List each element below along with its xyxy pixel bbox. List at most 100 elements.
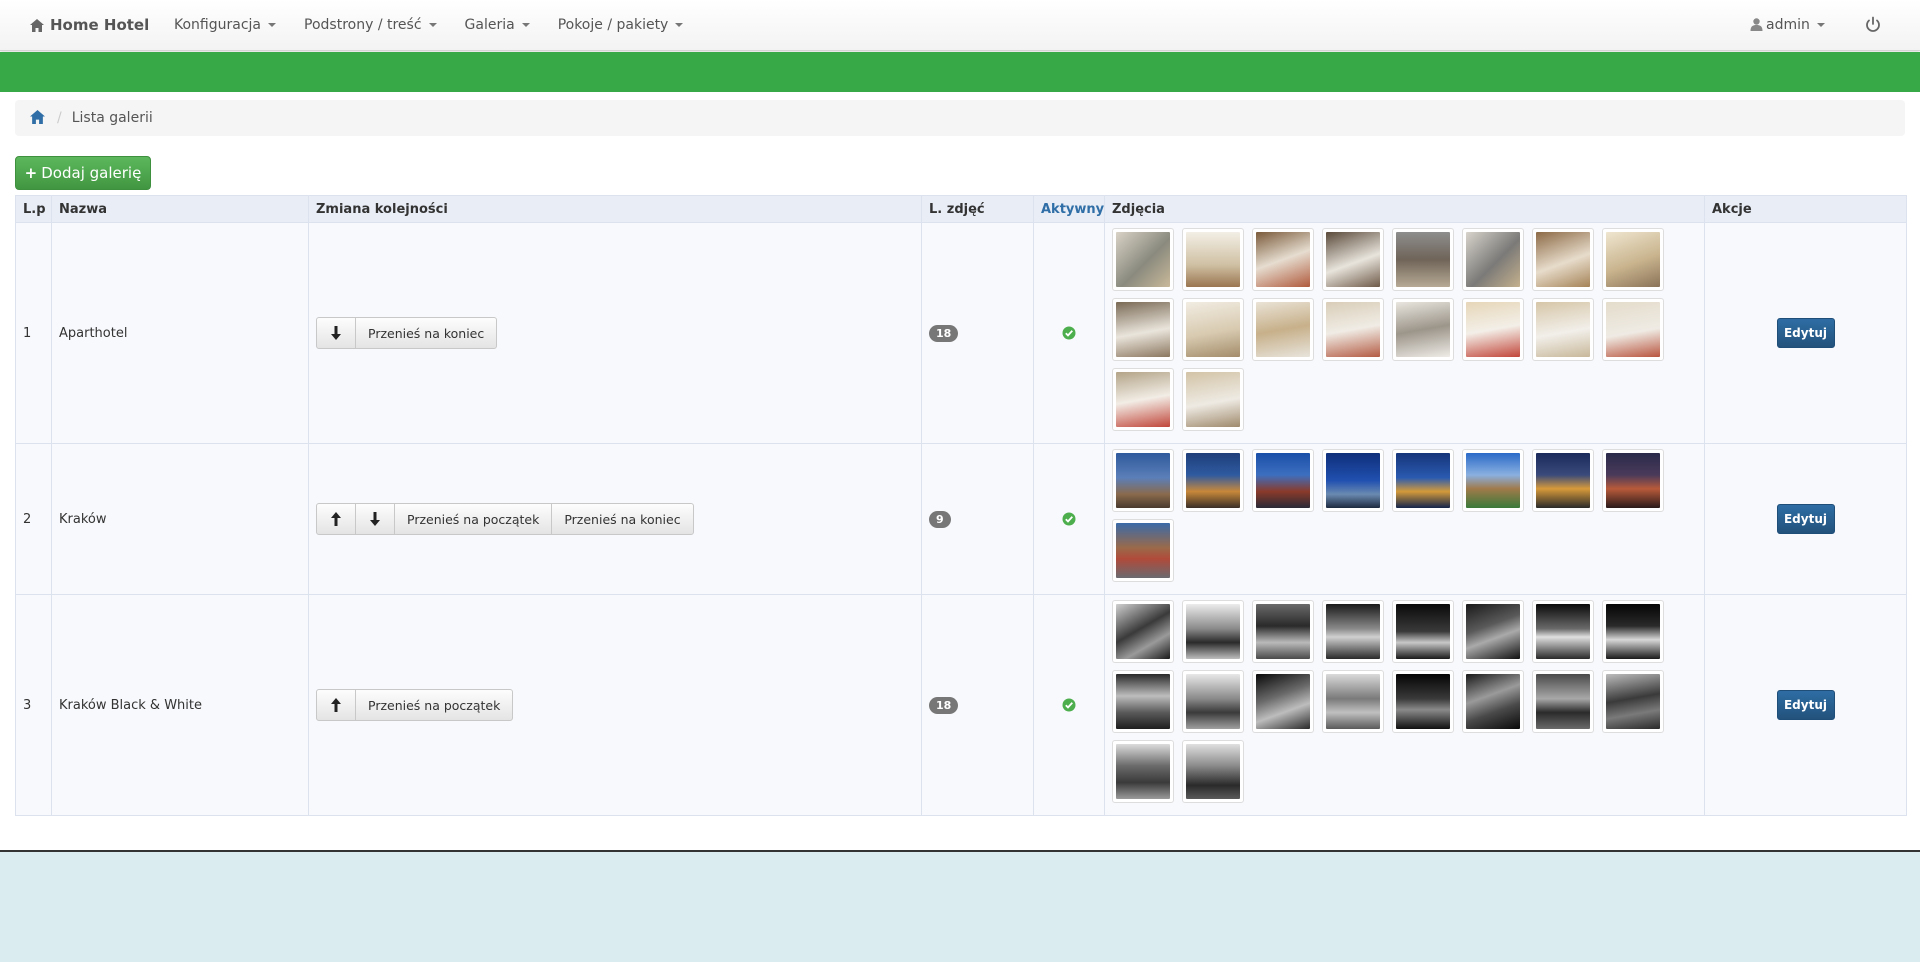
photo-thumbnail[interactable] <box>1532 670 1594 733</box>
row-actions: Edytuj <box>1704 594 1907 816</box>
header-actions: Akcje <box>1704 195 1907 223</box>
power-icon[interactable] <box>1864 16 1882 34</box>
photo-thumbnail[interactable] <box>1182 740 1244 803</box>
row-count: 18 <box>921 222 1034 444</box>
row-actions: Edytuj <box>1704 443 1907 595</box>
breadcrumb-separator: / <box>57 110 62 126</box>
header-name: Nazwa <box>51 195 309 223</box>
move-to-end-button[interactable]: Przenieś na koniec <box>355 317 498 349</box>
photo-thumbnail[interactable] <box>1392 228 1454 291</box>
photo-thumbnail[interactable] <box>1602 228 1664 291</box>
photo-thumbnail[interactable] <box>1322 600 1384 663</box>
row-name: Kraków <box>51 443 309 595</box>
photo-thumbnail[interactable] <box>1252 228 1314 291</box>
photo-thumbnail[interactable] <box>1322 228 1384 291</box>
row-photos <box>1104 594 1705 816</box>
edit-button[interactable]: Edytuj <box>1776 690 1835 720</box>
move-to-start-button[interactable]: Przenieś na początek <box>394 503 553 535</box>
reorder-group: Przenieś na koniec <box>316 317 914 349</box>
photo-thumbnail[interactable] <box>1112 519 1174 582</box>
move-up-button[interactable] <box>316 503 356 535</box>
photo-thumbnail[interactable] <box>1322 298 1384 361</box>
galleries-table: L.p Nazwa Zmiana kolejności L. zdjęć Akt… <box>15 195 1907 816</box>
row-name: Kraków Black & White <box>51 594 309 816</box>
photo-thumbnail[interactable] <box>1392 600 1454 663</box>
photo-thumbnail[interactable] <box>1322 670 1384 733</box>
row-order: Przenieś na początek Przenieś na koniec <box>308 443 922 595</box>
add-gallery-label: Dodaj galerię <box>41 164 142 182</box>
reorder-group: Przenieś na początek <box>316 689 914 721</box>
header-active[interactable]: Aktywny <box>1033 195 1105 223</box>
footer <box>0 852 1920 962</box>
photo-thumbnail[interactable] <box>1602 600 1664 663</box>
photo-thumbnail[interactable] <box>1112 228 1174 291</box>
caret-down-icon <box>1816 23 1825 27</box>
photo-thumbnail[interactable] <box>1532 298 1594 361</box>
row-photos <box>1104 222 1705 444</box>
photo-thumbnail[interactable] <box>1462 670 1524 733</box>
row-lp: 2 <box>15 443 52 595</box>
edit-button[interactable]: Edytuj <box>1776 504 1835 534</box>
row-active <box>1033 222 1105 444</box>
row-order: Przenieś na koniec <box>308 222 922 444</box>
photo-thumbnail[interactable] <box>1112 449 1174 512</box>
menu-pokoje[interactable]: Pokoje / pakiety <box>544 0 698 51</box>
photo-thumbnail[interactable] <box>1392 449 1454 512</box>
home-icon[interactable] <box>30 110 45 124</box>
move-down-button[interactable] <box>316 317 356 349</box>
add-gallery-button[interactable]: + Dodaj galerię <box>15 156 151 190</box>
photo-thumbnail[interactable] <box>1462 298 1524 361</box>
user-menu[interactable]: admin <box>1750 0 1825 51</box>
photo-thumbnail[interactable] <box>1602 449 1664 512</box>
row-lp: 3 <box>15 594 52 816</box>
photo-thumbnail[interactable] <box>1112 600 1174 663</box>
move-to-start-button[interactable]: Przenieś na początek <box>355 689 514 721</box>
photo-thumbnail[interactable] <box>1252 600 1314 663</box>
photo-thumbnail[interactable] <box>1112 298 1174 361</box>
menu-konfiguracja[interactable]: Konfiguracja <box>160 0 290 51</box>
photo-thumbnail[interactable] <box>1182 600 1244 663</box>
photo-thumbnail[interactable] <box>1112 368 1174 431</box>
header-photos: Zdjęcia <box>1104 195 1705 223</box>
arrow-up-icon <box>331 512 341 526</box>
top-navbar: Home Hotel Konfiguracja Podstrony / treś… <box>0 0 1920 51</box>
photo-thumbnail[interactable] <box>1252 449 1314 512</box>
photo-thumbnail[interactable] <box>1252 670 1314 733</box>
header-order: Zmiana kolejności <box>308 195 922 223</box>
photo-thumbnail[interactable] <box>1182 298 1244 361</box>
photo-thumbnail[interactable] <box>1182 449 1244 512</box>
row-actions: Edytuj <box>1704 222 1907 444</box>
photo-thumbnail[interactable] <box>1182 670 1244 733</box>
photo-thumbnail[interactable] <box>1182 368 1244 431</box>
photo-thumbnail[interactable] <box>1602 298 1664 361</box>
photo-thumbnail[interactable] <box>1322 449 1384 512</box>
table-row: 2 Kraków Przenieś na początek Przenieś n… <box>15 443 1907 595</box>
move-down-button[interactable] <box>355 503 395 535</box>
photo-thumbnail[interactable] <box>1532 449 1594 512</box>
photo-thumbnail[interactable] <box>1462 600 1524 663</box>
table-row: 1 Aparthotel Przenieś na koniec 18 Edytu… <box>15 222 1907 444</box>
photo-count-badge: 9 <box>929 510 951 528</box>
edit-button[interactable]: Edytuj <box>1776 318 1835 348</box>
photo-thumbnail[interactable] <box>1112 670 1174 733</box>
photo-thumbnail[interactable] <box>1462 228 1524 291</box>
photo-thumbnail[interactable] <box>1112 740 1174 803</box>
photo-thumbnail[interactable] <box>1532 600 1594 663</box>
user-icon <box>1750 18 1763 31</box>
menu-podstrony[interactable]: Podstrony / treść <box>290 0 451 51</box>
photo-thumbnail[interactable] <box>1182 228 1244 291</box>
photo-thumbnail[interactable] <box>1392 298 1454 361</box>
move-up-button[interactable] <box>316 689 356 721</box>
arrow-down-icon <box>370 512 380 526</box>
brand-link[interactable]: Home Hotel <box>30 0 149 51</box>
reorder-group: Przenieś na początek Przenieś na koniec <box>316 503 914 535</box>
move-to-end-button[interactable]: Przenieś na koniec <box>551 503 694 535</box>
photo-thumbnail[interactable] <box>1602 670 1664 733</box>
row-lp: 1 <box>15 222 52 444</box>
photo-thumbnail[interactable] <box>1252 298 1314 361</box>
photo-thumbnail[interactable] <box>1392 670 1454 733</box>
breadcrumb: / Lista galerii <box>15 100 1905 136</box>
photo-thumbnail[interactable] <box>1462 449 1524 512</box>
menu-galeria[interactable]: Galeria <box>451 0 544 51</box>
photo-thumbnail[interactable] <box>1532 228 1594 291</box>
